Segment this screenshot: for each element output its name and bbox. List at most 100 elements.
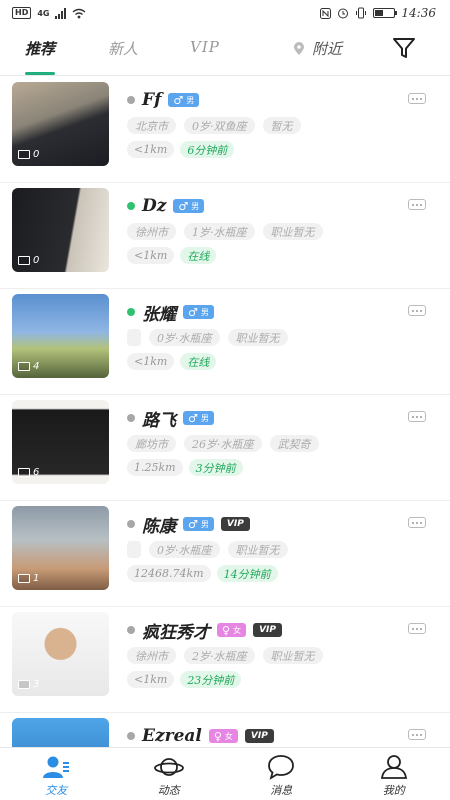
active-time-badge: 在线 — [180, 247, 217, 264]
vip-badge: VIP — [220, 517, 250, 531]
user-tags: 徐州市 2岁·水瓶座 职业暂无 — [127, 647, 450, 665]
photo-count: 1 — [18, 573, 39, 584]
user-meta: 1.25km 3分钟前 — [127, 459, 450, 477]
more-options-icon[interactable] — [408, 623, 426, 634]
status-dot — [127, 96, 135, 104]
user-tag: 暂无 — [262, 117, 301, 134]
user-meta: 12468.74km 14分钟前 — [127, 565, 450, 583]
user-info: 路飞 ♂ 男 廊坊市 26岁·水瓶座 武契奇 1.25km 3分钟前 — [127, 407, 450, 477]
user-info: 张耀 ♂ 男 0岁·水瓶座 职业暂无 <1km 在线 — [127, 301, 450, 371]
status-dot — [127, 414, 135, 422]
gender-badge: ♀ 女 — [217, 623, 247, 637]
photo-count: 0 — [18, 149, 39, 160]
tab-new[interactable]: 新人 — [108, 38, 138, 59]
user-name: 路飞 — [142, 410, 176, 431]
user-card[interactable]: 0 Ff ♂ 男 北京市 0岁·双鱼座 暂无 <1km 6分钟前 — [0, 77, 450, 183]
distance-badge: <1km — [127, 353, 175, 370]
distance-badge: 12468.74km — [127, 565, 211, 582]
bottom-nav: 交友 动态 消息 我的 — [0, 747, 450, 800]
nav-profile[interactable]: 我的 — [338, 748, 450, 800]
user-tag: 职业暂无 — [262, 647, 323, 664]
user-card[interactable]: 0 Dz ♂ 男 徐州市 1岁·水瓶座 职业暂无 <1km 在线 — [0, 183, 450, 289]
active-time-badge: 6分钟前 — [180, 141, 235, 158]
nav-profile-label: 我的 — [382, 784, 405, 797]
user-photo[interactable]: 0 — [12, 82, 109, 166]
user-name: Dz — [142, 196, 167, 216]
user-meta: <1km 23分钟前 — [127, 671, 450, 689]
distance-badge: <1km — [127, 671, 175, 688]
user-photo[interactable]: 1 — [12, 506, 109, 590]
nav-messages[interactable]: 消息 — [225, 748, 338, 800]
user-info: 陈康 ♂ 男 VIP 0岁·水瓶座 职业暂无 12468.74km 14分钟前 — [127, 513, 450, 583]
more-options-icon[interactable] — [408, 729, 426, 740]
gender-badge: ♂ 男 — [183, 411, 214, 425]
user-card[interactable]: Ezreal ♀ 女 VIP — [0, 713, 450, 747]
image-icon — [18, 150, 30, 159]
more-options-icon[interactable] — [408, 305, 426, 316]
user-name: Ezreal — [142, 726, 202, 746]
image-icon — [18, 362, 30, 371]
user-card[interactable]: 1 陈康 ♂ 男 VIP 0岁·水瓶座 职业暂无 12468.74km 14分钟前 — [0, 501, 450, 607]
user-info: Dz ♂ 男 徐州市 1岁·水瓶座 职业暂无 <1km 在线 — [127, 195, 450, 265]
user-info: Ezreal ♀ 女 VIP — [127, 725, 450, 747]
more-options-icon[interactable] — [408, 411, 426, 422]
user-photo[interactable]: 6 — [12, 400, 109, 484]
user-list: 0 Ff ♂ 男 北京市 0岁·双鱼座 暂无 <1km 6分钟前 0 Dz ♂ … — [0, 77, 450, 747]
user-meta: <1km 在线 — [127, 353, 450, 371]
top-tab-bar: 推荐 新人 VIP 附近 — [0, 26, 450, 76]
image-icon — [18, 468, 30, 477]
wifi-icon — [73, 8, 86, 18]
message-icon — [268, 755, 295, 780]
user-photo[interactable]: 3 — [12, 612, 109, 696]
user-photo[interactable]: 0 — [12, 188, 109, 272]
distance-badge: 1.25km — [127, 459, 183, 476]
user-tag: 1岁·水瓶座 — [184, 223, 255, 240]
user-tags: 北京市 0岁·双鱼座 暂无 — [127, 117, 450, 135]
more-options-icon[interactable] — [408, 199, 426, 210]
user-card[interactable]: 4 张耀 ♂ 男 0岁·水瓶座 职业暂无 <1km 在线 — [0, 289, 450, 395]
user-tag: 北京市 — [127, 117, 176, 134]
user-meta: <1km 6分钟前 — [127, 141, 450, 159]
status-dot — [127, 520, 135, 528]
tab-vip[interactable]: VIP — [190, 38, 220, 56]
photo-count: 4 — [18, 361, 39, 372]
tab-nearby[interactable]: 附近 — [292, 38, 342, 59]
location-pin-icon — [294, 41, 304, 55]
user-meta: <1km 在线 — [127, 247, 450, 265]
gender-icon: ♀ — [222, 623, 231, 637]
user-info: Ff ♂ 男 北京市 0岁·双鱼座 暂无 <1km 6分钟前 — [127, 89, 450, 159]
nav-moments[interactable]: 动态 — [113, 748, 226, 800]
gender-badge: ♂ 男 — [168, 93, 200, 107]
gender-icon: ♂ — [188, 305, 198, 319]
gender-icon: ♂ — [173, 93, 184, 107]
user-tag: 武契奇 — [269, 435, 319, 452]
filter-icon[interactable] — [392, 36, 416, 60]
user-photo[interactable] — [12, 718, 109, 747]
vibrate-icon — [356, 7, 367, 19]
status-dot — [127, 626, 135, 634]
alarm-icon — [338, 8, 349, 19]
user-card[interactable]: 6 路飞 ♂ 男 廊坊市 26岁·水瓶座 武契奇 1.25km 3分钟前 — [0, 395, 450, 501]
nav-friends-label: 交友 — [45, 784, 68, 797]
nav-friends[interactable]: 交友 — [0, 748, 113, 800]
tag-city-empty — [127, 541, 141, 558]
user-tag: 职业暂无 — [262, 223, 323, 240]
user-name: 张耀 — [142, 304, 176, 325]
user-photo[interactable]: 4 — [12, 294, 109, 378]
distance-badge: <1km — [127, 141, 175, 158]
profile-icon — [380, 755, 407, 779]
friends-icon — [43, 756, 70, 778]
tab-recommend[interactable]: 推荐 — [25, 38, 56, 75]
vip-badge: VIP — [253, 623, 282, 637]
more-options-icon[interactable] — [408, 517, 426, 528]
nfc-icon — [320, 7, 332, 19]
clock: 14:36 — [401, 6, 436, 20]
user-card[interactable]: 3 疯狂秀才 ♀ 女 VIP 徐州市 2岁·水瓶座 职业暂无 <1km 23分钟前 — [0, 607, 450, 713]
user-name: 疯狂秀才 — [142, 622, 210, 643]
user-tag: 0岁·双鱼座 — [184, 117, 255, 134]
more-options-icon[interactable] — [408, 93, 426, 104]
status-dot — [127, 202, 135, 210]
image-icon — [18, 256, 30, 265]
gender-badge: ♂ 男 — [183, 305, 214, 319]
planet-icon — [153, 758, 184, 776]
